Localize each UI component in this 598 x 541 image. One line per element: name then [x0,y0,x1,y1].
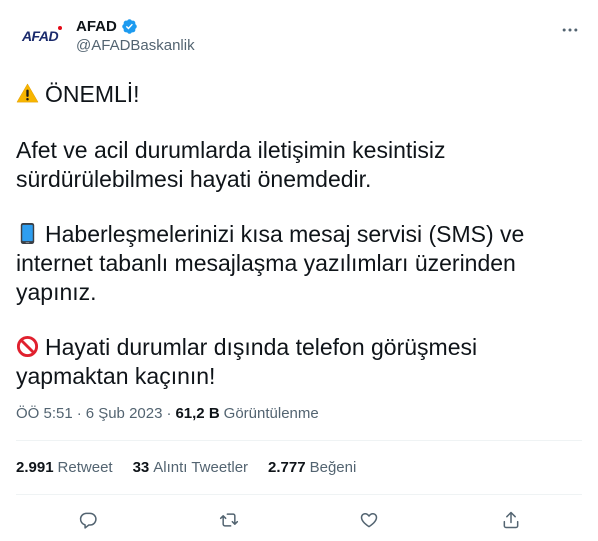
retweets-count: 2.991 [16,459,54,476]
meta-separator: · [76,405,82,422]
share-button[interactable] [499,508,523,532]
mobile-phone-icon [20,222,35,245]
retweet-button[interactable] [217,508,241,532]
display-name[interactable]: AFAD [76,18,117,35]
reply-icon [79,512,97,529]
tweet-paragraph-4: Hayati durumlar dışında telefon görüşmes… [16,333,516,391]
verified-badge-icon [122,19,137,34]
tweet-line-1: ÖNEMLİ! [45,81,140,107]
quotes-label: Alıntı Tweetler [153,459,249,476]
tweet-paragraph-2: Afet ve acil durumlarda iletişimin kesin… [16,137,446,192]
tweet-date[interactable]: 6 Şub 2023 [86,405,163,422]
display-name-row: AFAD [76,18,195,35]
retweets-stat[interactable]: 2.991 Retweet [16,459,113,476]
author-info: AFAD @AFADBaskanlik [76,18,195,54]
action-bar [0,508,598,532]
prohibited-icon [16,335,39,358]
divider [16,440,582,441]
quotes-stat[interactable]: 33 Alıntı Tweetler [133,459,248,476]
likes-stat[interactable]: 2.777 Beğeni [268,459,356,476]
divider [16,494,582,495]
views-count: 61,2 B [175,405,220,422]
tweet-time[interactable]: ÖÖ 5:51 [16,405,73,422]
tweet-paragraph-3: Haberleşmelerinizi kısa mesaj servisi (S… [16,220,556,307]
views-label: Görüntülenme [223,405,319,422]
heart-icon [360,513,378,528]
warning-icon [16,83,39,103]
share-icon [503,511,519,529]
meta-separator: · [166,405,172,422]
reply-button[interactable] [76,508,100,532]
tweet-meta: ÖÖ 5:51 · 6 Şub 2023 · 61,2 B Görüntülen… [16,405,319,422]
avatar[interactable]: AFAD [16,12,64,60]
tweet-paragraph-1: ÖNEMLİ! [16,80,140,109]
tweet-card: AFAD AFAD @AFADBaskanlik ÖNEMLİ! Afet ve… [0,0,598,541]
more-icon [562,28,578,32]
tweet-line-4: Hayati durumlar dışında telefon görüşmes… [16,334,478,389]
tweet-line-3: Haberleşmelerinizi kısa mesaj servisi (S… [16,221,525,305]
avatar-logo: AFAD [21,26,63,44]
more-options-button[interactable] [558,18,582,42]
tweet-header: AFAD AFAD @AFADBaskanlik [16,12,582,68]
likes-count: 2.777 [268,459,306,476]
author-handle[interactable]: @AFADBaskanlik [76,37,195,54]
quotes-count: 33 [132,459,150,476]
engagement-stats: 2.991 Retweet 33 Alıntı Tweetler 2.777 Beğe… [16,459,356,476]
likes-label: Beğeni [309,459,357,476]
retweet-icon [219,513,239,527]
like-button[interactable] [357,508,381,532]
retweets-label: Retweet [57,459,113,476]
